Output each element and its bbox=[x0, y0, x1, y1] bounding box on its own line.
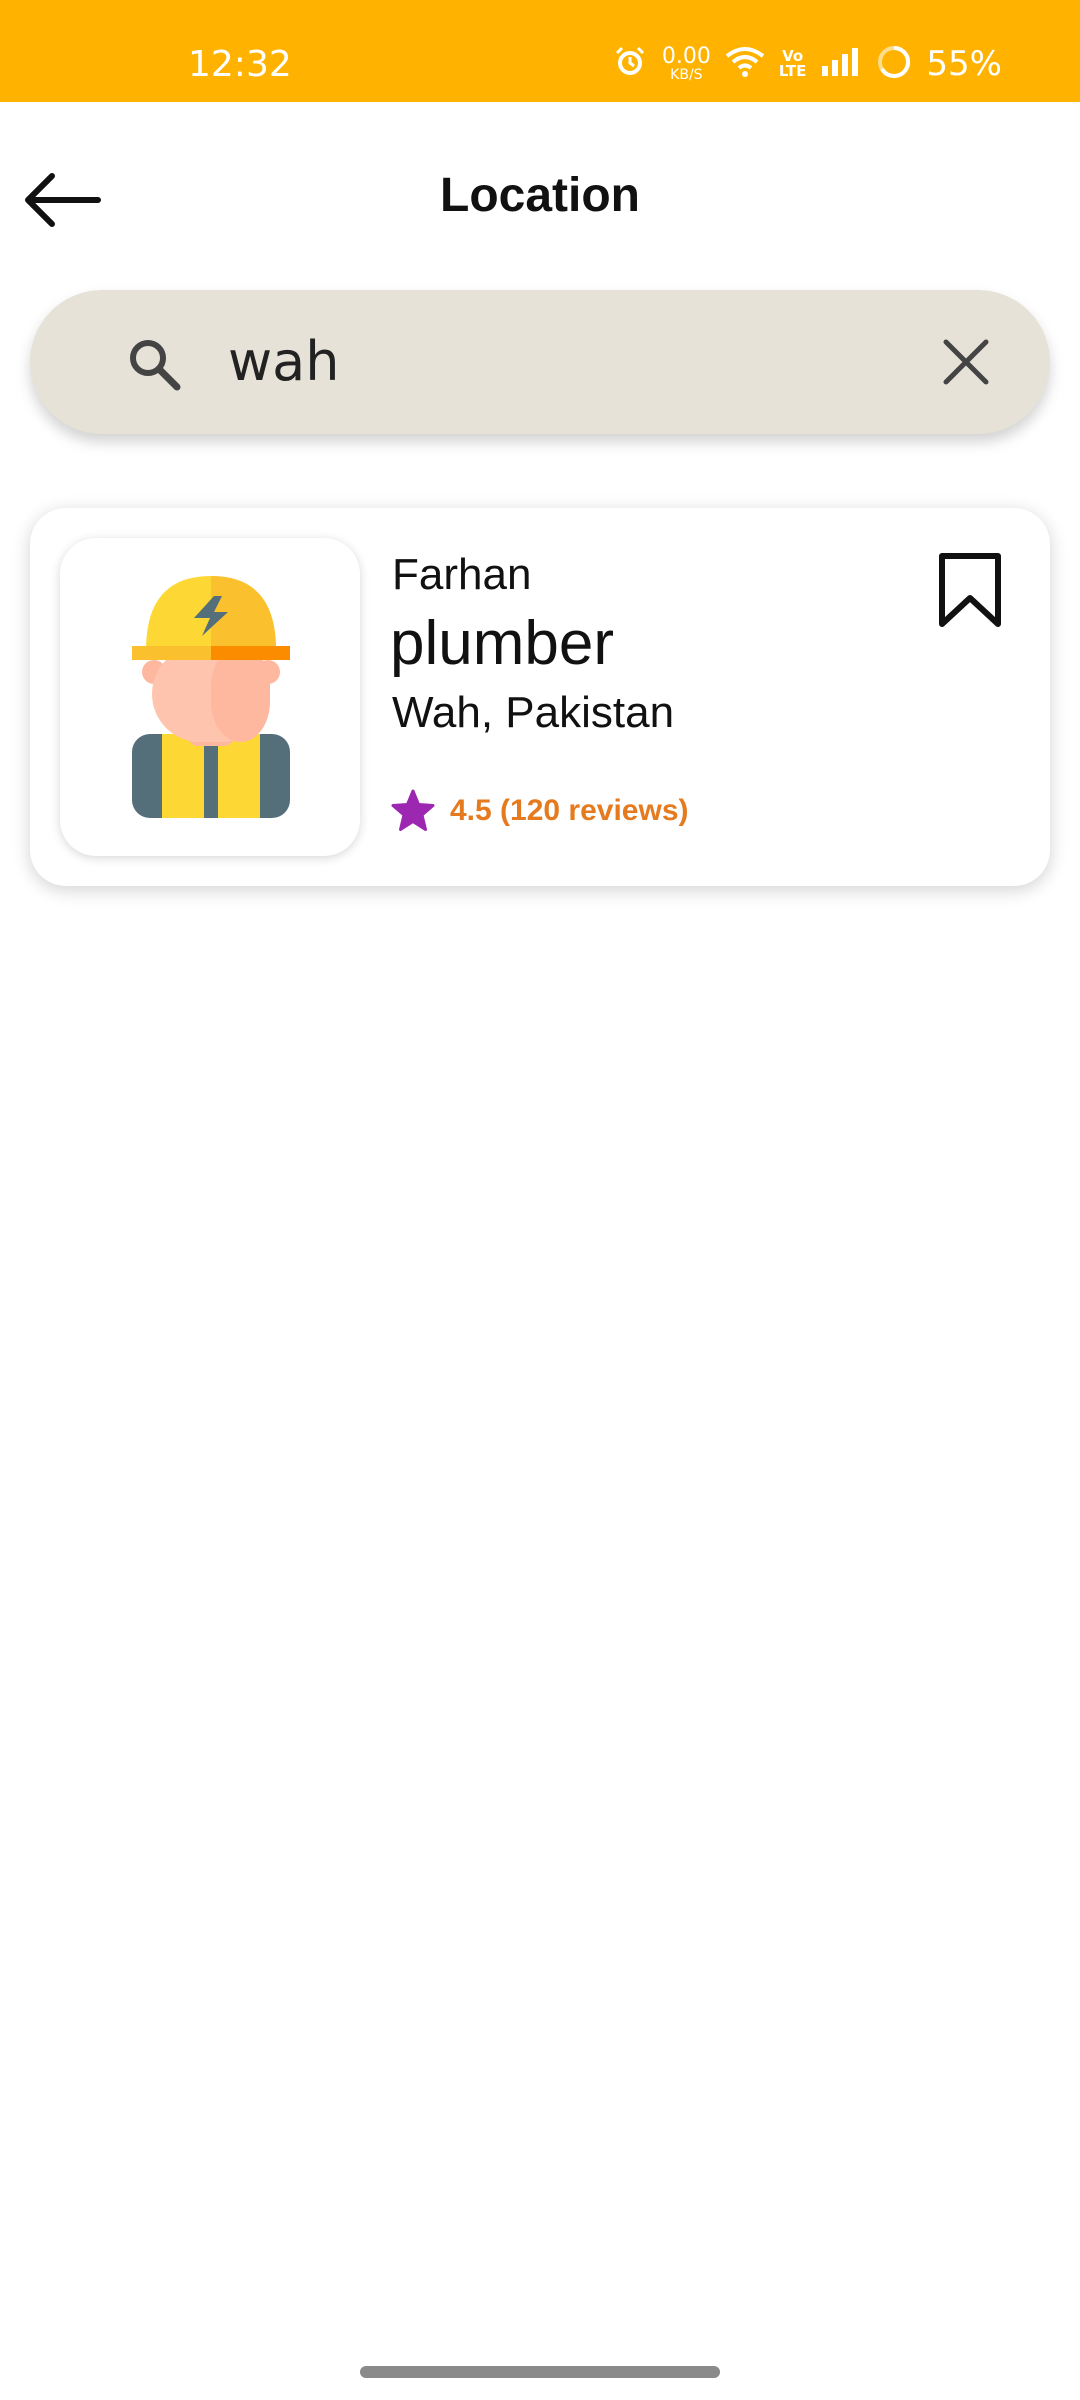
provider-name: Farhan bbox=[392, 550, 532, 599]
search-input[interactable] bbox=[228, 330, 928, 393]
provider-card[interactable]: Farhan plumber Wah, Pakistan 4.5 (120 re… bbox=[30, 508, 1050, 886]
status-bar: 12:32 0.00 KB/S Vo LTE 55% bbox=[0, 0, 1080, 102]
wifi-icon bbox=[725, 46, 765, 83]
net-speed-unit: KB/S bbox=[670, 67, 703, 83]
rating: 4.5 (120 reviews) bbox=[390, 788, 689, 834]
status-icons: 0.00 KB/S Vo LTE 55% bbox=[612, 44, 1002, 84]
home-indicator[interactable] bbox=[360, 2366, 720, 2378]
provider-location: Wah, Pakistan bbox=[392, 688, 675, 737]
alarm-icon bbox=[612, 44, 648, 85]
provider-role: plumber bbox=[390, 609, 614, 678]
status-time: 12:32 bbox=[188, 44, 292, 85]
net-speed-value: 0.00 bbox=[661, 44, 711, 69]
page-title: Location bbox=[440, 169, 640, 222]
volte-bottom: LTE bbox=[778, 62, 807, 80]
search-icon bbox=[130, 340, 181, 391]
signal-icon bbox=[820, 46, 862, 83]
avatar bbox=[60, 538, 360, 856]
battery-percent: 55% bbox=[926, 44, 1002, 84]
close-icon[interactable] bbox=[938, 334, 994, 390]
volte-icon: Vo LTE bbox=[779, 49, 807, 79]
rating-text: 4.5 (120 reviews) bbox=[450, 794, 689, 827]
star-icon bbox=[391, 789, 435, 831]
worker-avatar-icon bbox=[132, 576, 290, 818]
battery-ring-icon bbox=[876, 44, 912, 85]
bookmark-icon[interactable] bbox=[934, 550, 1006, 630]
search-bar[interactable] bbox=[30, 290, 1050, 434]
net-speed: 0.00 KB/S bbox=[661, 44, 711, 83]
